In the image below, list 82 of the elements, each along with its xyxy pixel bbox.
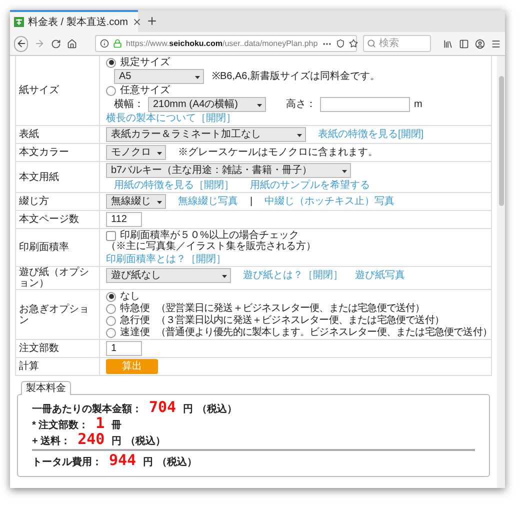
reload-icon[interactable]	[51, 38, 61, 48]
dropdown[interactable]: 表紙カラー＆ラミネート加工なし	[106, 127, 306, 142]
radio-button[interactable]	[106, 316, 116, 326]
menu-icon[interactable]	[491, 38, 501, 48]
field-label: 印刷面積率	[19, 242, 69, 253]
field-label: 本文用紙	[19, 172, 59, 182]
separator: |	[250, 196, 253, 207]
close-icon[interactable]	[132, 17, 142, 27]
amount: 1	[96, 415, 105, 431]
radio-button[interactable]	[106, 86, 116, 96]
result-label: 一冊あたりの製本金額：	[32, 404, 142, 415]
option-note: （翌営業日に発送＋ビジネスレター便、または宅急便で送付）	[156, 303, 425, 314]
dropdown[interactable]: 遊び紙なし	[106, 268, 231, 283]
note-text: （※主に写真集／イラスト集を販売される方）	[106, 241, 316, 252]
search-icon	[367, 39, 376, 48]
checkbox-label: 印刷面積率が５０%以上の場合チェック	[120, 230, 299, 241]
option-label: 急行便	[120, 315, 151, 326]
amount: 944	[109, 452, 136, 468]
result-label: トータル費用：	[32, 457, 102, 468]
browser-tab[interactable]: 料金表 / 製本直送.com	[10, 10, 138, 32]
tax-note: （税込）	[157, 457, 198, 468]
amount: 704	[149, 399, 176, 415]
option-label: 特急便	[120, 303, 151, 314]
field-label: 本文ページ数	[19, 214, 79, 225]
scrollbar[interactable]	[497, 56, 505, 488]
field-label: 計算	[19, 361, 39, 372]
dropdown[interactable]: 無線綴じ	[106, 194, 166, 209]
amount: 240	[78, 431, 105, 447]
radio-button[interactable]	[106, 328, 116, 338]
home-icon[interactable]	[67, 38, 77, 48]
lock-icon	[113, 39, 122, 48]
field-label: お急ぎオプション	[19, 304, 90, 326]
unit: 円	[183, 404, 194, 415]
note-text: ※グレースケールはモノクロに含まれます。	[178, 147, 378, 158]
search-field[interactable]: 検索	[363, 35, 431, 52]
info-icon	[100, 39, 109, 48]
option-label: なし	[120, 291, 141, 302]
bookmark-star-icon[interactable]	[348, 39, 358, 48]
radio-button[interactable]	[106, 292, 116, 302]
address-bar[interactable]: https://www.seichoku.com/user..data/moneyPlan.php	[95, 35, 357, 52]
dropdown[interactable]: b7バルキー（主な用途：雑誌・書籍・冊子）	[106, 163, 351, 178]
unit: 円	[112, 436, 122, 447]
unit-label: m	[414, 99, 422, 110]
sidebar-icon[interactable]	[459, 38, 469, 48]
dropdown[interactable]: モノクロ	[106, 145, 166, 160]
field-label: 遊び紙（オプション）	[19, 267, 90, 289]
field-label: 綴じ方	[19, 196, 49, 207]
radio-button[interactable]	[106, 304, 116, 314]
tax-note: （税込）	[197, 404, 238, 415]
library-icon[interactable]	[443, 38, 453, 48]
back-icon	[16, 38, 26, 49]
option-note: （普通便より優先的に製本します。ビジネスレター便、または宅急便で送付）	[156, 327, 492, 338]
tab-title: 料金表 / 製本直送.com	[28, 16, 128, 28]
back-button[interactable]	[14, 36, 28, 52]
unit: 円	[143, 457, 154, 468]
tax-note: （税込）	[126, 436, 166, 447]
result-tab[interactable]: 製本料金	[21, 381, 71, 395]
option-note: （３営業日以内に発送＋ビジネスレター便、または宅急便で送付）	[156, 315, 444, 326]
field-label: 注文部数	[19, 343, 59, 354]
url-text: https://www.seichoku.com/user..data/moneyPlan.php	[126, 38, 318, 49]
result-label: + 送料：	[32, 436, 71, 447]
account-icon[interactable]	[475, 38, 485, 48]
width-label: 横幅：	[114, 99, 144, 110]
number-input[interactable]: 112	[106, 212, 142, 227]
height-label: 高さ：	[286, 99, 316, 110]
field-label: 紙サイズ	[19, 85, 59, 96]
unit: 冊	[112, 420, 122, 431]
checkbox[interactable]	[106, 230, 116, 240]
site-logo-icon	[14, 17, 24, 27]
field-label: 表紙	[19, 129, 39, 140]
note-text: ※B6,A6,新書版サイズは同料金です。	[212, 71, 380, 82]
option-label: 速達便	[120, 327, 151, 338]
dropdown[interactable]: A5	[114, 69, 204, 84]
new-tab-icon[interactable]	[146, 15, 158, 27]
number-input[interactable]: 1	[106, 341, 142, 356]
option-label: 任意サイズ	[120, 85, 170, 96]
radio-button[interactable]	[106, 58, 116, 68]
height-input[interactable]	[320, 97, 410, 112]
field-label: 本文カラー	[19, 147, 69, 158]
option-label: 規定サイズ	[120, 57, 170, 68]
result-label: * 注文部数：	[32, 420, 89, 431]
dropdown[interactable]: 210mm (A4の横幅)	[148, 97, 266, 112]
